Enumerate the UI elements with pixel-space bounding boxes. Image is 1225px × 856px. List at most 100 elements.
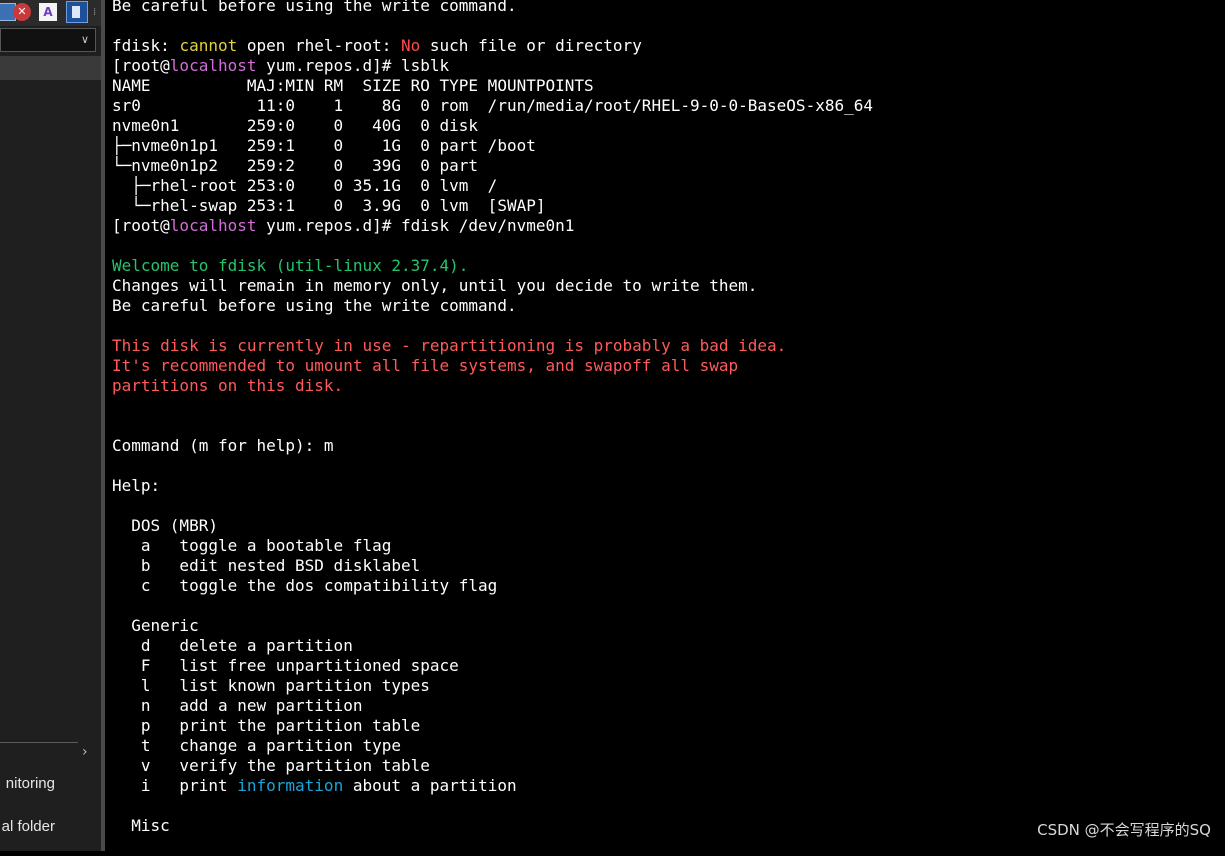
terminal-text: DOS (MBR)	[112, 516, 218, 535]
more-options-icon[interactable]: ⁞	[93, 8, 96, 18]
terminal-line: └─rhel-swap 253:1 0 3.9G 0 lvm [SWAP]	[112, 196, 1222, 216]
terminal-line: Changes will remain in memory only, unti…	[112, 276, 1222, 296]
terminal-line: a toggle a bootable flag	[112, 536, 1222, 556]
terminal-line: l list known partition types	[112, 676, 1222, 696]
terminal-line: c toggle the dos compatibility flag	[112, 576, 1222, 596]
terminal-line: ├─rhel-root 253:0 0 35.1G 0 lvm /	[112, 176, 1222, 196]
terminal-text: It's recommended to umount all file syst…	[112, 356, 739, 375]
document-panel-icon[interactable]	[66, 1, 88, 23]
terminal-text: b edit nested BSD disklabel	[112, 556, 421, 575]
terminal-line: b edit nested BSD disklabel	[112, 556, 1222, 576]
terminal-output[interactable]: Be careful before using the write comman…	[112, 0, 1222, 856]
terminal-line: t change a partition type	[112, 736, 1222, 756]
terminal-line: p print the partition table	[112, 716, 1222, 736]
terminal-text: such file or directory	[420, 36, 642, 55]
terminal-line: └─nvme0n1p2 259:2 0 39G 0 part	[112, 156, 1222, 176]
terminal-line: nvme0n1 259:0 0 40G 0 disk	[112, 116, 1222, 136]
terminal-text: Command (m for help): m	[112, 436, 334, 455]
terminal-text: t change a partition type	[112, 736, 401, 755]
terminal-text: F list free unpartitioned space	[112, 656, 459, 675]
terminal-text: localhost	[169, 216, 257, 235]
terminal-line: Be careful before using the write comman…	[112, 296, 1222, 316]
terminal-text: v verify the partition table	[112, 756, 430, 775]
side-toolbar: ✕ A ⁞	[0, 0, 101, 26]
terminal-text: Help:	[112, 476, 161, 495]
font-settings-icon[interactable]: A	[39, 3, 57, 21]
terminal-text: Be careful before using the write comman…	[112, 0, 517, 15]
terminal-text: NAME MAJ:MIN RM SIZE RO TYPE MOUNTPOINTS	[112, 76, 594, 95]
terminal-line: It's recommended to umount all file syst…	[112, 356, 1222, 376]
terminal-text: nvme0n1 259:0 0 40G 0 disk	[112, 116, 479, 135]
session-dropdown[interactable]: ∨	[0, 28, 96, 52]
terminal-line: d delete a partition	[112, 636, 1222, 656]
side-item-monitoring[interactable]: nitoring	[6, 775, 55, 793]
terminal-line: v verify the partition table	[112, 756, 1222, 776]
terminal-text: └─rhel-swap 253:1 0 3.9G 0 lvm [SWAP]	[112, 196, 546, 215]
terminal-text: Be careful before using the write comman…	[112, 296, 517, 315]
side-divider	[0, 742, 78, 743]
terminal-text: [root@	[112, 216, 170, 235]
terminal-text: d delete a partition	[112, 636, 353, 655]
terminal-line: n add a new partition	[112, 696, 1222, 716]
chevron-right-icon[interactable]: ›	[82, 744, 88, 760]
terminal-line: F list free unpartitioned space	[112, 656, 1222, 676]
chevron-down-icon: ∨	[80, 33, 89, 46]
terminal-text: partitions on this disk.	[112, 376, 344, 395]
terminal-text: n add a new partition	[112, 696, 363, 715]
terminal-line: fdisk: cannot open rhel-root: No such fi…	[112, 36, 1222, 56]
terminal-text: └─nvme0n1p2 259:2 0 39G 0 part	[112, 156, 479, 175]
terminal-line: partitions on this disk.	[112, 376, 1222, 396]
terminal-line: i print information about a partition	[112, 776, 1222, 796]
terminal-text: sr0 11:0 1 8G 0 rom /run/media/root/RHEL…	[112, 96, 873, 115]
terminal-text: yum.repos.d]# fdisk /dev/nvme0n1	[256, 216, 575, 235]
terminal-text: ├─rhel-root 253:0 0 35.1G 0 lvm /	[112, 176, 498, 195]
panel-splitter[interactable]	[101, 0, 105, 851]
terminal-text: ├─nvme0n1p1 259:1 0 1G 0 part /boot	[112, 136, 536, 155]
selected-tree-item[interactable]	[0, 56, 101, 80]
terminal-line: This disk is currently in use - repartit…	[112, 336, 1222, 356]
terminal-text: [root@	[112, 56, 170, 75]
terminal-line: Command (m for help): m	[112, 436, 1222, 456]
terminal-line: DOS (MBR)	[112, 516, 1222, 536]
terminal-line: Welcome to fdisk (util-linux 2.37.4).	[112, 256, 1222, 276]
terminal-text: cannot	[179, 36, 238, 55]
side-panel: ✕ A ⁞ ∨ › nitoring al folder	[0, 0, 101, 851]
terminal-text: Changes will remain in memory only, unti…	[112, 276, 758, 295]
terminal-text: fdisk:	[112, 36, 180, 55]
terminal-line: Help:	[112, 476, 1222, 496]
close-session-icon[interactable]: ✕	[13, 3, 31, 21]
terminal-text: a toggle a bootable flag	[112, 536, 392, 555]
side-item-local-folder[interactable]: al folder	[2, 818, 55, 836]
terminal-line: NAME MAJ:MIN RM SIZE RO TYPE MOUNTPOINTS	[112, 76, 1222, 96]
terminal-text: Misc	[112, 816, 170, 835]
terminal-text: open rhel-root:	[237, 36, 401, 55]
terminal-text: l list known partition types	[112, 676, 430, 695]
terminal-text: c toggle the dos compatibility flag	[112, 576, 498, 595]
terminal-line: ├─nvme0n1p1 259:1 0 1G 0 part /boot	[112, 136, 1222, 156]
terminal-text: localhost	[169, 56, 257, 75]
terminal-text: i print	[112, 776, 238, 795]
terminal-text: yum.repos.d]# lsblk	[256, 56, 450, 75]
terminal-line: [root@localhost yum.repos.d]# fdisk /dev…	[112, 216, 1222, 236]
terminal-line: [root@localhost yum.repos.d]# lsblk	[112, 56, 1222, 76]
terminal-text: information	[237, 776, 344, 795]
terminal-text: Generic	[112, 616, 199, 635]
terminal-text: No	[401, 36, 421, 55]
terminal-text: about a partition	[343, 776, 517, 795]
terminal-text: This disk is currently in use - repartit…	[112, 336, 787, 355]
terminal-text: Welcome to fdisk (util-linux 2.37.4).	[112, 256, 469, 275]
terminal-line: Be careful before using the write comman…	[112, 0, 1222, 16]
terminal-text: p print the partition table	[112, 716, 421, 735]
watermark-text: CSDN @不会写程序的SQ	[1037, 821, 1211, 839]
terminal-line: Generic	[112, 616, 1222, 636]
terminal-line: sr0 11:0 1 8G 0 rom /run/media/root/RHEL…	[112, 96, 1222, 116]
